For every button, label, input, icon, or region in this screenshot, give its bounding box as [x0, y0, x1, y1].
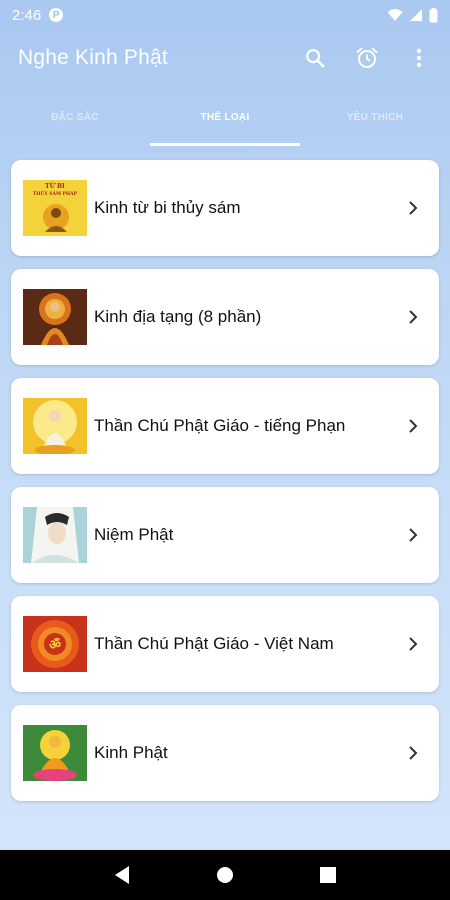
category-item-kinh-phat[interactable]: Kinh Phật — [11, 705, 439, 801]
tab-favorites[interactable]: YÊU THÍCH — [300, 88, 450, 146]
alarm-button[interactable] — [354, 45, 380, 71]
category-thumbnail: TỪ BI THỦY SÁM PHÁP — [23, 180, 87, 236]
category-thumbnail — [23, 398, 87, 454]
category-item-than-chu-tieng-phan[interactable]: Thần Chú Phật Giáo - tiếng Phạn — [11, 378, 439, 474]
category-thumbnail — [23, 289, 87, 345]
tab-bar: ĐẶC SẮC THỂ LOẠI YÊU THÍCH — [0, 88, 450, 146]
alarm-icon — [356, 47, 378, 68]
tab-featured[interactable]: ĐẶC SẮC — [0, 88, 150, 146]
category-title: Kinh Phật — [94, 743, 168, 762]
status-time: 2:46 — [12, 6, 42, 24]
category-item-than-chu-viet-nam[interactable]: ॐ Thần Chú Phật Giáo - Việt Nam — [11, 596, 439, 692]
app-bar-actions — [302, 45, 432, 71]
system-nav-bar — [0, 850, 450, 900]
nav-recents-button[interactable] — [308, 855, 348, 895]
chevron-right-icon — [409, 746, 418, 760]
chevron-right-icon — [409, 528, 418, 542]
category-title: Kinh địa tạng (8 phần) — [94, 307, 262, 326]
search-button[interactable] — [302, 45, 328, 71]
signal-icon — [410, 9, 422, 21]
search-icon — [306, 49, 325, 68]
category-title: Thần Chú Phật Giáo - Việt Nam — [94, 634, 334, 653]
thumbnail-text-tu-bi: TỪ BI — [45, 182, 65, 190]
chevron-right-icon — [409, 419, 418, 433]
tab-categories[interactable]: THỂ LOẠI — [150, 88, 300, 146]
nav-home-button[interactable] — [205, 855, 245, 895]
recents-icon — [320, 867, 337, 883]
wifi-icon — [387, 9, 403, 21]
home-icon — [216, 867, 233, 883]
category-title: Kinh từ bi thủy sám — [94, 198, 241, 217]
svg-text:ॐ: ॐ — [49, 637, 61, 653]
chevron-right-icon — [409, 201, 418, 215]
status-icons — [387, 7, 438, 23]
category-item-kinh-tu-bi-thuy-sam[interactable]: TỪ BI THỦY SÁM PHÁP Kinh từ bi thủy sám — [11, 160, 439, 256]
category-thumbnail — [23, 507, 87, 563]
app-bar: Nghe Kinh Phật — [0, 30, 450, 86]
category-item-kinh-dia-tang[interactable]: Kinh địa tạng (8 phần) — [11, 269, 439, 365]
category-list: TỪ BI THỦY SÁM PHÁP Kinh từ bi thủy sám … — [11, 160, 439, 801]
status-bar: 2:46 P — [0, 0, 450, 30]
category-thumbnail — [23, 725, 87, 781]
chevron-right-icon — [409, 310, 418, 324]
app-title: Nghe Kinh Phật — [18, 46, 168, 69]
category-title: Niệm Phật — [94, 525, 174, 544]
nav-back-button[interactable] — [102, 855, 142, 895]
category-item-niem-phat[interactable]: Niệm Phật — [11, 487, 439, 583]
app-notification-icon: P — [49, 8, 64, 22]
more-options-button[interactable] — [406, 45, 432, 71]
battery-icon — [429, 7, 438, 22]
category-title: Thần Chú Phật Giáo - tiếng Phạn — [94, 416, 346, 435]
chevron-right-icon — [409, 637, 418, 651]
more-vert-icon — [416, 48, 422, 68]
category-thumbnail: ॐ — [23, 616, 87, 672]
back-icon — [114, 866, 129, 884]
